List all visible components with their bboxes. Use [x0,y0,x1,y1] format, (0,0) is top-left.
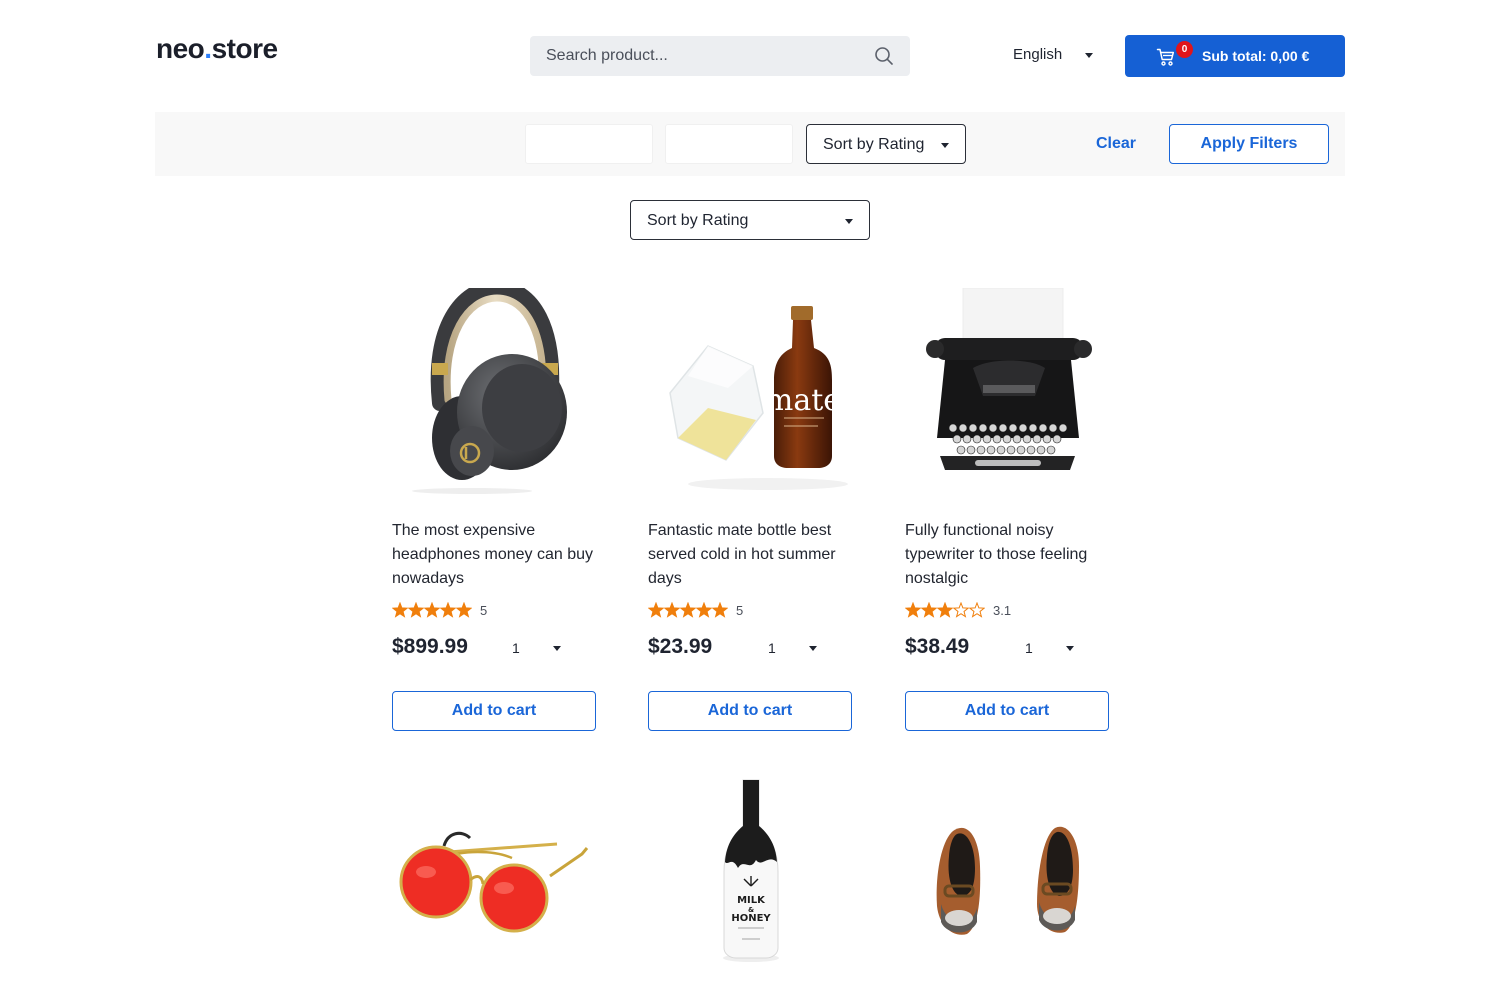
chevron-down-icon [941,143,949,148]
filter-sort-select[interactable]: Sort by Rating [806,124,966,164]
chevron-down-icon [553,646,561,651]
cart-icon [1156,48,1175,66]
language-select[interactable]: English [1013,46,1093,63]
add-to-cart-button[interactable]: Add to cart [392,691,596,731]
add-to-cart-button[interactable]: Add to cart [905,691,1109,731]
logo-dot: . [204,33,212,64]
quantity-select[interactable]: 1 [1025,640,1085,656]
logo-text-right: store [211,33,278,64]
cart-count-badge: 0 [1176,41,1193,58]
star-icon [952,602,970,618]
clear-filters-link[interactable]: Clear [1096,135,1136,153]
search-icon[interactable] [874,46,894,66]
rating-value: 3.1 [993,603,1012,618]
logo[interactable]: neo.store [156,33,278,65]
bottle-label-line-1: MILK [737,895,766,906]
apply-filters-button[interactable]: Apply Filters [1169,124,1329,164]
quantity-value: 1 [1025,640,1033,656]
chevron-down-icon [809,646,817,651]
search-box [530,36,910,76]
milk-honey-bottle-image[interactable]: MILK & HONEY [638,776,864,986]
quantity-select[interactable]: 1 [512,640,572,656]
cart-subtotal: Sub total: 0,00 € [1202,48,1310,64]
star-fill-icon [712,603,728,617]
search-input[interactable] [530,36,870,76]
max-price-filter-input[interactable] [665,124,793,164]
quantity-value: 1 [512,640,520,656]
rating-stars [905,602,985,618]
headphones-image[interactable] [382,288,608,498]
product-price: $38.49 [905,635,970,658]
quantity-value: 1 [768,640,776,656]
flat-shoes-image[interactable] [895,776,1121,986]
star-fill-icon [696,603,712,617]
rating-stars [648,602,728,618]
mate-bottle-image[interactable]: mate [638,288,864,498]
chevron-down-icon [1066,646,1074,651]
star-fill-icon [680,603,696,617]
star-icon [968,602,985,618]
chevron-down-icon [845,219,853,224]
bottle-label-text: mate [765,383,841,418]
cart-button[interactable]: 0 Sub total: 0,00 € [1125,35,1345,77]
header: neo.store English 0 Sub total: 0,00 € [0,0,1500,100]
rating-value: 5 [736,603,744,618]
product-description[interactable]: The most expensive headphones money can … [392,519,597,591]
star-fill-icon [905,603,921,617]
star-fill-icon [424,603,440,617]
product-price: $899.99 [392,635,468,658]
chevron-down-icon [1085,53,1093,58]
sort-select[interactable]: Sort by Rating [630,200,870,240]
add-to-cart-button[interactable]: Add to cart [648,691,852,731]
filter-bar: Sort by Rating Clear Apply Filters [155,112,1345,176]
logo-text-left: neo [156,33,205,64]
min-price-filter-input[interactable] [525,124,653,164]
star-fill-icon [937,603,953,617]
product-price: $23.99 [648,635,713,658]
product-description[interactable]: Fantastic mate bottle best served cold i… [648,519,853,591]
red-sunglasses-image[interactable] [382,776,608,986]
rating-stars [392,602,472,618]
filter-sort-label: Sort by Rating [823,136,925,153]
star-fill-icon [664,603,680,617]
product-description[interactable]: Fully functional noisy typewriter to tho… [905,519,1110,591]
star-fill-icon [648,603,664,617]
typewriter-image[interactable] [895,288,1121,498]
bottle-label-line-3: HONEY [731,913,771,924]
star-fill-icon [408,603,424,617]
star-fill-icon [440,603,456,617]
star-fill-icon [921,603,937,617]
quantity-select[interactable]: 1 [768,640,828,656]
rating-value: 5 [480,603,488,618]
sort-label: Sort by Rating [647,212,749,229]
star-fill-icon [392,603,408,617]
language-label: English [1013,46,1063,63]
star-fill-icon [456,603,472,617]
